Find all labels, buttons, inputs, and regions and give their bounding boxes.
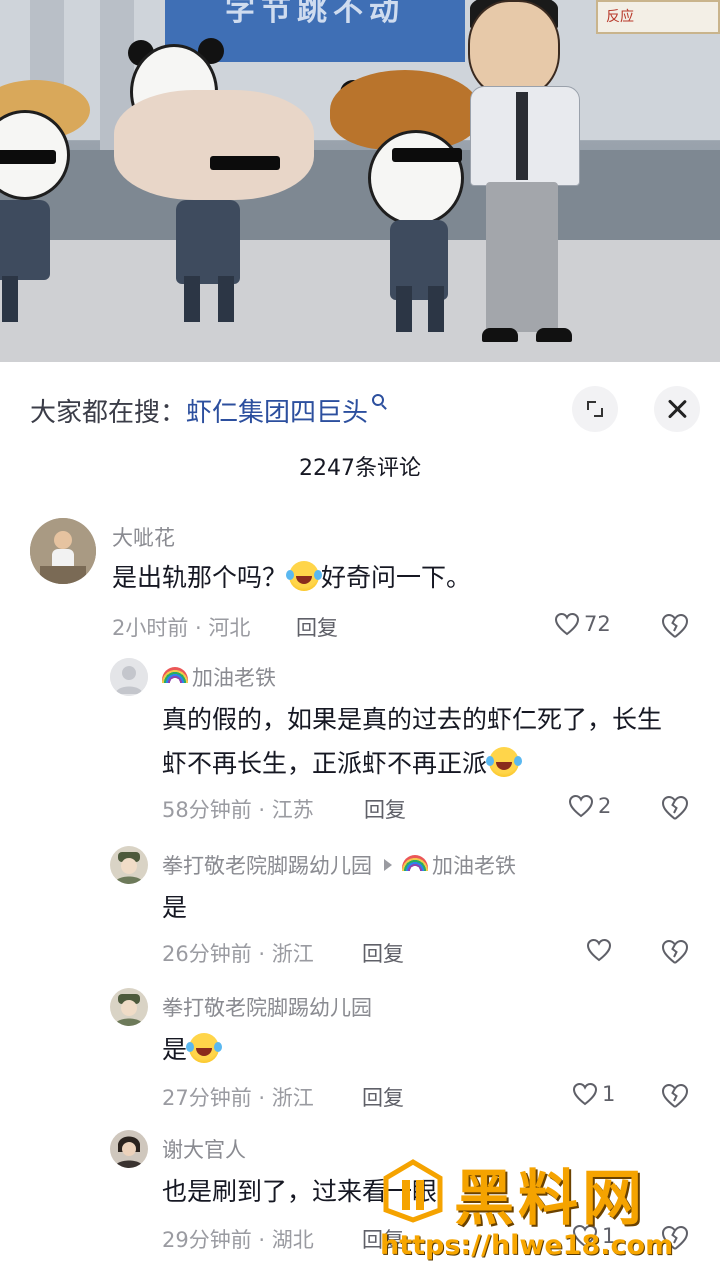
reply-item: 拳打敬老院脚踢幼儿园 是 27分钟前 · 浙江 回复 1: [0, 986, 720, 1116]
search-icon: [372, 394, 385, 406]
heart-icon: [572, 1224, 598, 1248]
heart-icon: [586, 938, 612, 962]
avatar-image: [30, 518, 96, 584]
avatar[interactable]: [110, 658, 148, 696]
dislike-icon[interactable]: [660, 794, 690, 822]
reply-button[interactable]: 回复: [296, 612, 338, 642]
comment-text-part: 是出轨那个吗？: [112, 563, 288, 592]
comment-item: 大呲花 是出轨那个吗？ 好奇问一下。 2小时前 · 河北 回复 72: [0, 516, 720, 646]
like-button[interactable]: 1: [572, 1224, 615, 1248]
laughing-crying-emoji: [186, 1033, 220, 1063]
expand-icon: [587, 401, 603, 417]
reply-item: 拳打敬老院脚踢幼儿园 加油老铁 是 26分钟前 · 浙江 回复: [0, 844, 720, 974]
comment-text-part: 好奇问一下。: [321, 563, 472, 592]
heart-icon: [568, 794, 594, 818]
dislike-icon[interactable]: [660, 938, 690, 966]
video-sign: 反应: [596, 0, 720, 34]
heart-icon: [572, 1082, 598, 1106]
avatar[interactable]: [110, 988, 148, 1026]
reply-text: 真的假的，如果是真的过去的虾仁死了，长生虾不再长生，正派虾不再正派: [162, 698, 682, 786]
avatar[interactable]: [30, 518, 96, 584]
video-sign-text: 反应: [606, 9, 634, 25]
like-count: 1: [602, 1224, 616, 1248]
avatar-image: [110, 846, 148, 884]
reply-time-location: 29分钟前 · 湖北: [162, 1228, 314, 1252]
avatar-image: [110, 1130, 148, 1168]
rainbow-icon: [402, 855, 428, 871]
reply-username-text: 加油老铁: [192, 666, 276, 690]
reply-username[interactable]: 拳打敬老院脚踢幼儿园: [162, 992, 372, 1022]
video-floor: [0, 240, 720, 362]
like-count: 2: [598, 794, 612, 818]
reply-text: 是: [162, 893, 188, 922]
like-button[interactable]: 2: [568, 794, 611, 818]
like-button[interactable]: [586, 938, 616, 962]
like-count: 72: [584, 612, 611, 636]
video-banner-text: 字节跳不动: [225, 0, 405, 28]
like-button[interactable]: 72: [554, 612, 611, 636]
avatar-image: [110, 988, 148, 1026]
reply-time-location: 27分钟前 · 浙江: [162, 1086, 314, 1110]
reply-text-part: 真的假的，如果是真的过去的虾仁死了，长生虾不再长生，正派虾不再正派: [162, 705, 663, 778]
trending-search-row[interactable]: 大家都在搜： 虾仁集团四巨头: [30, 390, 385, 430]
dislike-icon[interactable]: [660, 1082, 690, 1110]
default-avatar-icon: [110, 658, 148, 696]
avatar[interactable]: [110, 846, 148, 884]
reply-to-username[interactable]: 加油老铁: [432, 850, 516, 880]
close-button[interactable]: [654, 386, 700, 432]
reply-time-location: 26分钟前 · 浙江: [162, 942, 314, 966]
reply-to-arrow-icon: [384, 859, 392, 871]
comment-count-title: 2247条评论: [299, 456, 421, 481]
close-icon: [666, 398, 688, 420]
reply-item: 加油老铁 真的假的，如果是真的过去的虾仁死了，长生虾不再长生，正派虾不再正派 5…: [0, 656, 720, 836]
avatar[interactable]: [110, 1130, 148, 1168]
reply-item: 谢大官人 也是刷到了，过来看一眼 29分钟前 · 湖北 回复 1: [0, 1128, 720, 1268]
dislike-icon[interactable]: [660, 612, 690, 640]
reply-button[interactable]: 回复: [362, 1224, 404, 1254]
reply-button[interactable]: 回复: [362, 1082, 404, 1112]
comment-text: 是出轨那个吗？ 好奇问一下。: [112, 556, 471, 600]
reply-username[interactable]: 拳打敬老院脚踢幼儿园 加油老铁: [162, 850, 516, 880]
reply-button[interactable]: 回复: [364, 794, 406, 824]
comment-time-location: 2小时前 · 河北: [112, 616, 251, 640]
reply-text: 是: [162, 1028, 221, 1072]
laughing-crying-emoji: [286, 561, 320, 591]
rainbow-icon: [162, 667, 188, 683]
reply-text-part: 是: [162, 1035, 188, 1064]
reply-username-text: 拳打敬老院脚踢幼儿园: [162, 854, 372, 878]
trending-search-link[interactable]: 虾仁集团四巨头: [186, 392, 368, 429]
reply-time-location: 58分钟前 · 江苏: [162, 798, 314, 822]
cloth-wrap: [114, 90, 314, 200]
heart-icon: [554, 612, 580, 636]
laughing-crying-emoji: [486, 747, 520, 777]
trending-search-label: 大家都在搜：: [30, 397, 187, 428]
comment-panel: 大家都在搜： 虾仁集团四巨头 2247条评论 大呲花 是出轨那个吗？ 好奇问一下。…: [0, 362, 720, 1280]
dislike-icon[interactable]: [660, 1224, 690, 1252]
reply-text: 也是刷到了，过来看一眼: [162, 1177, 438, 1206]
like-count: 1: [602, 1082, 616, 1106]
expand-button[interactable]: [572, 386, 618, 432]
reply-username[interactable]: 谢大官人: [162, 1134, 246, 1164]
reply-button[interactable]: 回复: [362, 938, 404, 968]
video-frame[interactable]: 字节跳不动 反应: [0, 0, 720, 362]
like-button[interactable]: 1: [572, 1082, 615, 1106]
comment-username[interactable]: 大呲花: [112, 522, 175, 552]
video-counter: [0, 150, 720, 242]
reply-username[interactable]: 加油老铁: [162, 662, 276, 692]
